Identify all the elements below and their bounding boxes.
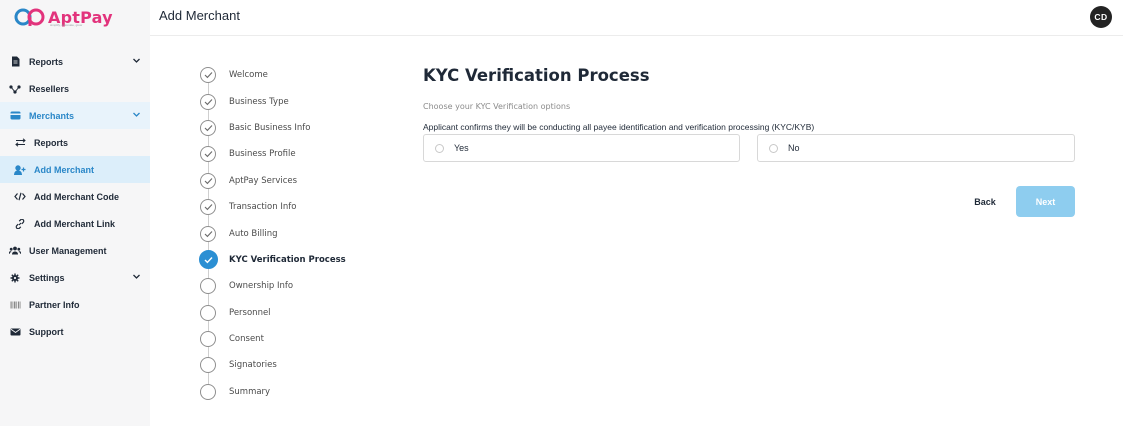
kyc-question: Applicant confirms they will be conducti… [423,122,815,132]
option-label: Yes [454,143,469,153]
empty-circle-icon [200,278,216,295]
radio-button[interactable] [435,143,444,153]
section-subtitle: Choose your KYC Verification options [423,102,571,111]
option-yes[interactable]: Yes [423,134,740,162]
logo-tagline: simplify, automate, grow [50,23,83,27]
step-label: Business Profile [229,149,296,160]
check-icon [200,67,216,84]
step-kyc-verification-process[interactable]: KYC Verification Process [198,247,390,273]
barcode-icon [9,299,21,311]
sidebar-item-user-management[interactable]: User Management [0,237,150,264]
step-label: Ownership Info [229,281,294,292]
empty-circle-icon [200,331,216,348]
step-label: Personnel [229,307,271,318]
page-title: Add Merchant [159,8,240,23]
next-button[interactable]: Next [1016,186,1075,217]
step-ownership-info[interactable]: Ownership Info [200,273,390,299]
code-icon [14,191,26,203]
step-basic-business-info[interactable]: Basic Business Info [200,115,390,141]
sidebar-item-label: Add Merchant Link [34,218,116,229]
sidebar-subitem-add-merchant-link[interactable]: Add Merchant Link [0,210,150,237]
sidebar-item-label: Partner Info [29,299,80,310]
check-icon [200,146,216,163]
step-label: Summary [229,386,271,397]
sidebar-subitem-reports[interactable]: Reports [0,129,150,156]
link-icon [14,218,26,230]
step-transaction-info[interactable]: Transaction Info [200,194,390,220]
step-business-type[interactable]: Business Type [200,88,390,114]
chevron-down-icon[interactable] [132,110,141,121]
sidebar-subitem-add-merchant[interactable]: Add Merchant [0,156,150,183]
radio-button[interactable] [769,143,778,153]
network-icon [9,83,21,95]
step-label: KYC Verification Process [229,254,346,265]
step-business-profile[interactable]: Business Profile [200,141,390,167]
section-title: KYC Verification Process [423,66,650,85]
check-icon [200,119,216,136]
step-label: Transaction Info [229,202,297,213]
sidebar-nav: Reports Resellers Merchants Reports Add … [0,48,150,345]
sidebar-item-partner-info[interactable]: Partner Info [0,291,150,318]
logo-mark-icon [14,7,46,27]
sidebar-item-label: Add Merchant [34,164,95,175]
empty-circle-icon [200,304,216,321]
step-label: Welcome [229,70,268,81]
empty-circle-icon [200,357,216,374]
check-icon [200,172,216,189]
sidebar-item-label: Merchants [29,110,75,121]
chevron-down-icon[interactable] [132,56,141,67]
check-icon [200,199,216,216]
users-icon [9,245,21,257]
arrows-icon [14,137,26,149]
check-icon [198,250,218,270]
chevron-down-icon[interactable] [132,272,141,283]
card-icon [9,110,21,122]
sidebar-item-label: Settings [29,272,65,283]
step-label: Consent [229,334,264,345]
sidebar-item-label: Reports [29,56,64,67]
back-button[interactable]: Back [960,187,1010,217]
option-label: No [788,143,800,153]
sidebar-item-label: Add Merchant Code [34,191,120,202]
sidebar-item-settings[interactable]: Settings [0,264,150,291]
gear-icon [9,272,21,284]
option-no[interactable]: No [757,134,1075,162]
wizard-stepper: Welcome Business Type Basic Business Inf… [198,62,390,405]
step-label: AptPay Services [229,175,298,186]
step-auto-billing[interactable]: Auto Billing [200,220,390,246]
add-user-icon [14,164,26,176]
step-label: Basic Business Info [229,122,311,133]
mail-icon [9,326,21,338]
check-icon [200,225,216,242]
check-icon [200,93,216,110]
empty-circle-icon [200,383,216,400]
avatar[interactable]: CD [1090,6,1112,28]
sidebar: AptPay simplify, automate, grow Reports … [0,0,150,426]
step-label: Auto Billing [229,228,278,239]
sidebar-item-merchants[interactable]: Merchants [0,102,150,129]
sidebar-item-reports[interactable]: Reports [0,48,150,75]
sidebar-item-label: User Management [29,245,107,256]
sidebar-item-label: Support [29,326,64,337]
step-welcome[interactable]: Welcome [200,62,390,88]
step-personnel[interactable]: Personnel [200,300,390,326]
step-aptpay-services[interactable]: AptPay Services [200,168,390,194]
document-icon [9,56,21,68]
step-summary[interactable]: Summary [200,379,390,405]
sidebar-item-label: Resellers [29,83,70,94]
step-label: Business Type [229,96,289,107]
step-consent[interactable]: Consent [200,326,390,352]
sidebar-item-label: Reports [34,137,69,148]
sidebar-item-resellers[interactable]: Resellers [0,75,150,102]
sidebar-item-support[interactable]: Support [0,318,150,345]
step-label: Signatories [229,360,277,371]
step-signatories[interactable]: Signatories [200,352,390,378]
top-header: Add Merchant CD [150,0,1123,36]
sidebar-subitem-add-merchant-code[interactable]: Add Merchant Code [0,183,150,210]
